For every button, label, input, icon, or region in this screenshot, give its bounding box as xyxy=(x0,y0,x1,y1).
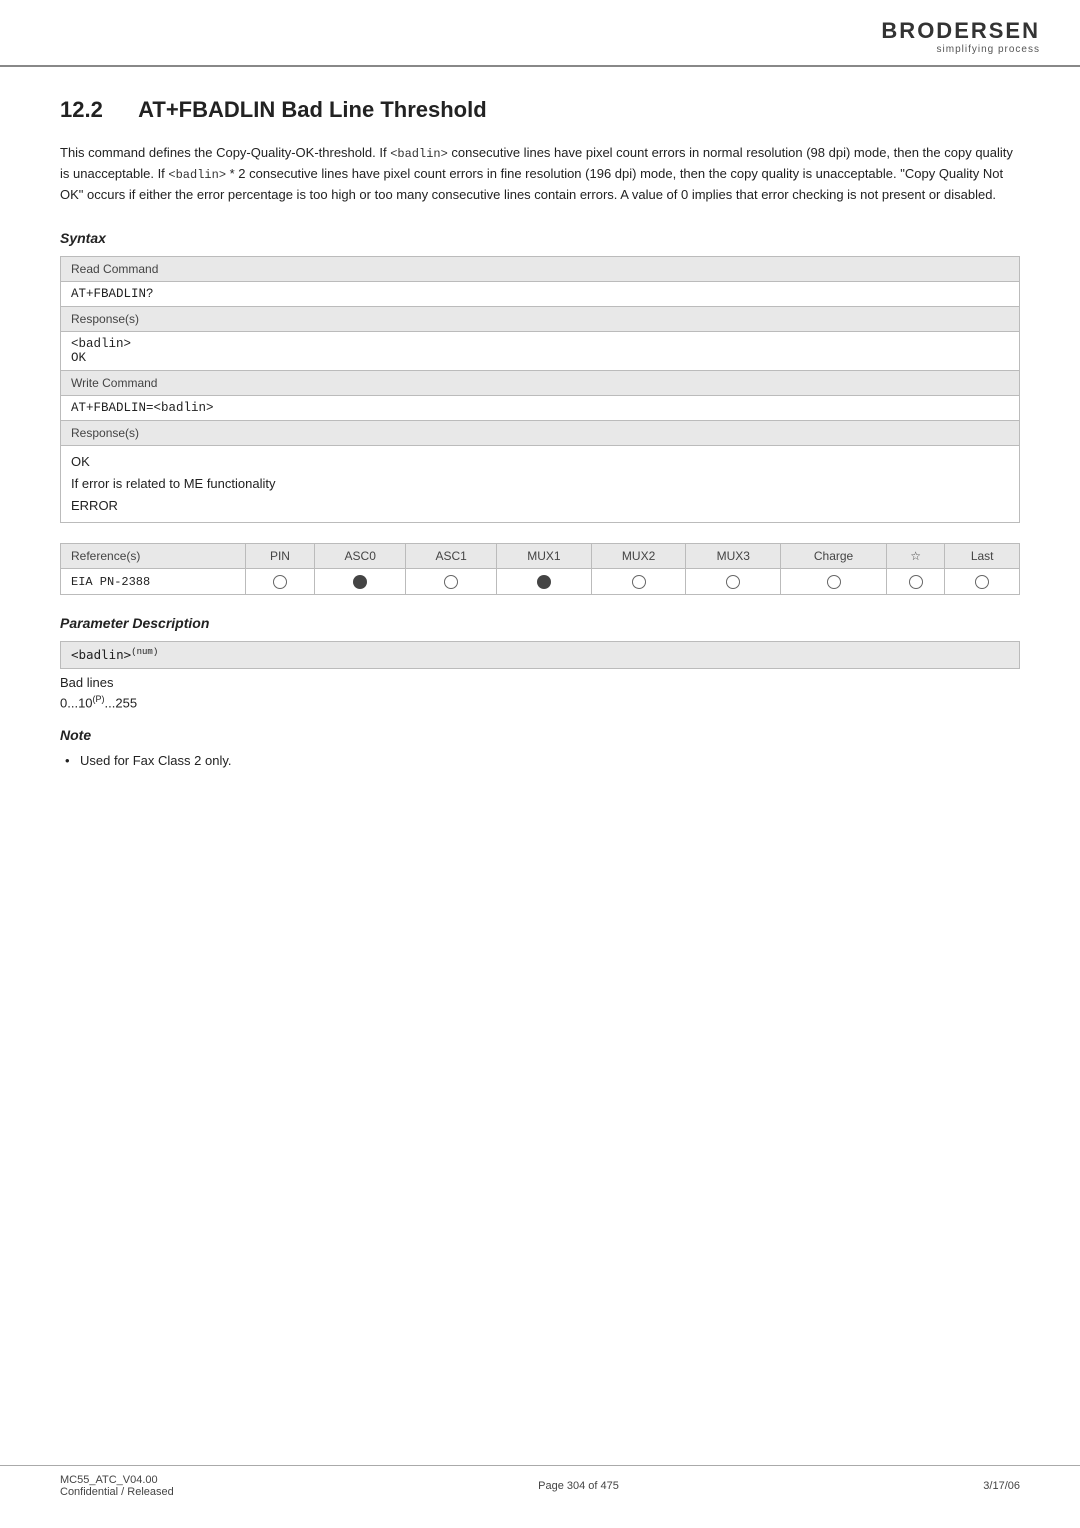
circle-empty-icon xyxy=(632,575,646,589)
circle-empty-icon xyxy=(444,575,458,589)
table-row: OK If error is related to ME functionali… xyxy=(61,446,1020,523)
logo-text: BRODERSEN xyxy=(881,18,1040,44)
read-response-value: <badlin>OK xyxy=(61,332,1020,371)
write-command-label: Write Command xyxy=(61,371,1020,396)
table-row: Response(s) xyxy=(61,421,1020,446)
circle-empty-icon xyxy=(827,575,841,589)
param-label: <badlin> xyxy=(71,647,131,662)
read-command-label: Read Command xyxy=(61,257,1020,282)
note-list: Used for Fax Class 2 only. xyxy=(60,751,1020,772)
param-sup: (num) xyxy=(131,647,158,657)
ref-table: Reference(s) PIN ASC0 ASC1 MUX1 MUX2 MUX… xyxy=(60,543,1020,595)
footer-status: Confidential / Released xyxy=(60,1486,174,1498)
ref-col-mux2: MUX2 xyxy=(591,544,686,569)
ref-val-charge xyxy=(781,569,887,595)
section-title: 12.2 AT+FBADLIN Bad Line Threshold xyxy=(60,97,1020,123)
param-desc: Bad lines xyxy=(60,675,1020,690)
ref-val-star xyxy=(887,569,945,595)
page-header: BRODERSEN simplifying process xyxy=(0,0,1080,67)
note-title: Note xyxy=(60,727,1020,743)
ref-data-row: EIA PN-2388 xyxy=(61,569,1020,595)
badlin-ref-2: <badlin> xyxy=(168,168,226,182)
badlin-ref-1: <badlin> xyxy=(390,147,448,161)
ref-col-star: ☆ xyxy=(887,544,945,569)
table-row: AT+FBADLIN=<badlin> xyxy=(61,396,1020,421)
ref-col-pin: PIN xyxy=(245,544,315,569)
ref-name: EIA PN-2388 xyxy=(61,569,246,595)
circle-empty-icon xyxy=(273,575,287,589)
footer-left: MC55_ATC_V04.00 Confidential / Released xyxy=(60,1474,174,1498)
table-row: Response(s) xyxy=(61,307,1020,332)
section-number: 12.2 xyxy=(60,97,103,122)
write-response-value: OK If error is related to ME functionali… xyxy=(61,446,1020,523)
param-range-end: ...255 xyxy=(105,696,138,711)
page-footer: MC55_ATC_V04.00 Confidential / Released … xyxy=(0,1465,1080,1498)
table-row: <badlin>OK xyxy=(61,332,1020,371)
table-row: Read Command xyxy=(61,257,1020,282)
ref-col-last: Last xyxy=(945,544,1020,569)
ref-val-pin xyxy=(245,569,315,595)
footer-doc-id: MC55_ATC_V04.00 xyxy=(60,1474,174,1486)
circle-empty-icon xyxy=(726,575,740,589)
section-heading: AT+FBADLIN Bad Line Threshold xyxy=(138,97,487,122)
page-wrapper: BRODERSEN simplifying process 12.2 AT+FB… xyxy=(0,0,1080,1528)
param-range: 0...10(P)...255 xyxy=(60,694,1020,710)
ref-col-mux3: MUX3 xyxy=(686,544,781,569)
circle-filled-icon xyxy=(537,575,551,589)
param-range-sup: (P) xyxy=(93,694,105,704)
body-text: This command defines the Copy-Quality-OK… xyxy=(60,143,1020,206)
ref-val-mux2 xyxy=(591,569,686,595)
ref-col-charge: Charge xyxy=(781,544,887,569)
ref-col-asc1: ASC1 xyxy=(406,544,497,569)
circle-filled-icon xyxy=(353,575,367,589)
ref-col-mux1: MUX1 xyxy=(497,544,592,569)
ref-header-row: Reference(s) PIN ASC0 ASC1 MUX1 MUX2 MUX… xyxy=(61,544,1020,569)
write-command-value: AT+FBADLIN=<badlin> xyxy=(61,396,1020,421)
ref-val-mux3 xyxy=(686,569,781,595)
table-row: Write Command xyxy=(61,371,1020,396)
read-response-label: Response(s) xyxy=(61,307,1020,332)
table-row: AT+FBADLIN? xyxy=(61,282,1020,307)
circle-empty-icon xyxy=(975,575,989,589)
footer-date: 3/17/06 xyxy=(983,1480,1020,1492)
logo-sub: simplifying process xyxy=(937,44,1040,55)
ref-val-mux1 xyxy=(497,569,592,595)
ref-col-asc0: ASC0 xyxy=(315,544,406,569)
logo-area: BRODERSEN simplifying process xyxy=(881,18,1040,55)
ref-val-asc1 xyxy=(406,569,497,595)
main-content: 12.2 AT+FBADLIN Bad Line Threshold This … xyxy=(0,67,1080,852)
ref-header-label: Reference(s) xyxy=(61,544,246,569)
list-item: Used for Fax Class 2 only. xyxy=(60,751,1020,772)
param-box: <badlin>(num) xyxy=(60,641,1020,669)
ref-val-last xyxy=(945,569,1020,595)
circle-empty-icon xyxy=(909,575,923,589)
write-response-label: Response(s) xyxy=(61,421,1020,446)
syntax-table: Read Command AT+FBADLIN? Response(s) <ba… xyxy=(60,256,1020,523)
syntax-title: Syntax xyxy=(60,230,1020,246)
read-command-value: AT+FBADLIN? xyxy=(61,282,1020,307)
ref-val-asc0 xyxy=(315,569,406,595)
param-range-start: 0...10 xyxy=(60,696,93,711)
param-section-title: Parameter Description xyxy=(60,615,1020,631)
footer-center: Page 304 of 475 xyxy=(538,1480,619,1492)
